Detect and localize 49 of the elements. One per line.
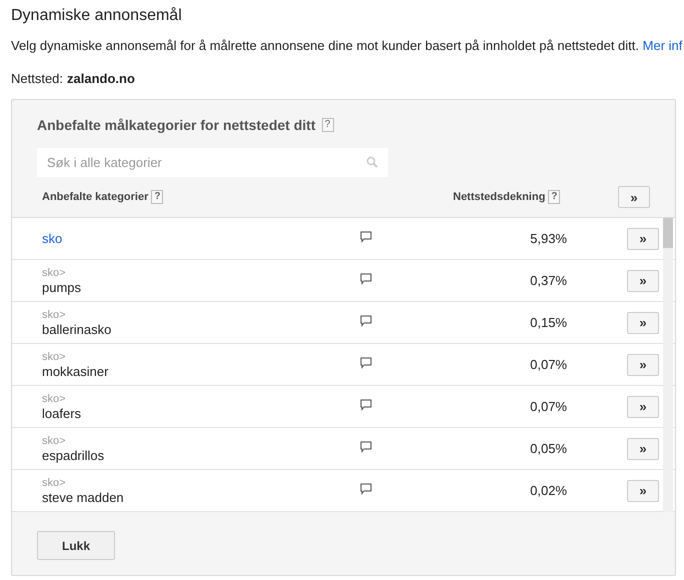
parent-category: sko> [42, 266, 67, 280]
parent-category: sko> [42, 350, 67, 364]
coverage-value: 0,02% [529, 483, 567, 498]
comment-icon[interactable] [360, 398, 372, 410]
parent-category: sko> [42, 434, 67, 448]
coverage-value: 5,93% [529, 231, 567, 246]
add-button[interactable]: » [627, 354, 659, 376]
category-name: loafers [42, 406, 82, 420]
site-label: Nettsted: [11, 71, 64, 87]
help-button[interactable]: ? [151, 190, 164, 204]
add-button[interactable]: » [627, 312, 659, 334]
more-info-link[interactable]: Mer inf [642, 38, 682, 53]
coverage-value: 0,05% [529, 441, 567, 456]
add-button[interactable]: » [627, 270, 659, 292]
comment-icon[interactable] [360, 272, 372, 284]
parent-category: sko> [42, 308, 67, 322]
comment-icon[interactable] [360, 482, 372, 494]
coverage-value: 0,37% [529, 273, 567, 288]
help-button[interactable]: ? [322, 118, 334, 132]
category-link[interactable]: sko [42, 231, 360, 246]
coverage-value: 0,07% [529, 357, 567, 372]
category-name: espadrillos [42, 448, 106, 462]
description-text: Velg dynamiske annonsemål for å målrette annonsene dine mot kunder basert på innholdet på nettstedet ditt. Mer inf [11, 38, 682, 54]
category-name: steve madden [42, 490, 125, 504]
comment-icon[interactable] [360, 314, 372, 326]
add-button[interactable]: » [627, 438, 659, 460]
coverage-value: 0,07% [529, 399, 567, 414]
category-name: pumps [42, 280, 82, 294]
category-name: mokkasiner [42, 364, 110, 378]
coverage-value: 0,15% [529, 315, 567, 330]
page-title: Dynamiske annonsemål [11, 6, 183, 26]
add-button[interactable]: » [627, 396, 659, 418]
comment-icon[interactable] [360, 440, 372, 452]
comment-icon[interactable] [360, 356, 372, 368]
add-button[interactable]: » [627, 480, 659, 502]
close-button[interactable]: Lukk [37, 531, 115, 560]
panel-heading: Anbefalte målkategorier for nettstedet ditt [37, 117, 316, 133]
column-header: Anbefalte kategorier [42, 191, 148, 203]
add-button[interactable]: » [627, 228, 659, 250]
parent-category: sko> [42, 476, 67, 490]
parent-category: sko> [42, 392, 67, 406]
column-header: Nettstedsdekning [453, 191, 546, 203]
search-field[interactable]: Søk i alle kategorier [37, 148, 388, 177]
add-all-button[interactable]: » [618, 186, 650, 208]
comment-icon[interactable] [360, 230, 372, 242]
category-name: ballerinasko [42, 322, 112, 336]
help-button[interactable]: ? [548, 190, 560, 204]
site-value: zalando.no [67, 71, 135, 87]
scrollbar[interactable] [663, 218, 673, 512]
